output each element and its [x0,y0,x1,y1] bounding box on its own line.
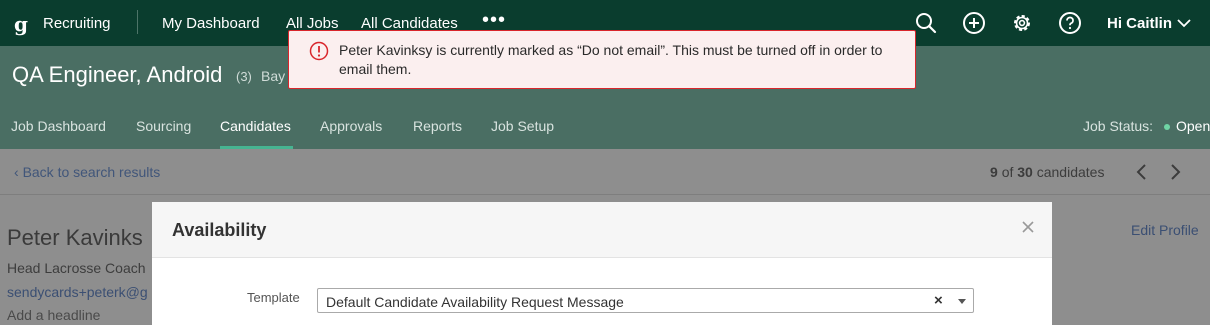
dropdown-caret-icon[interactable] [958,299,966,304]
candidate-name: Peter Kavinks [7,225,143,250]
job-title: QA Engineer, Android [12,62,223,87]
back-link-label: Back to search results [22,164,161,180]
tab-job-setup[interactable]: Job Setup [491,118,554,134]
pager-current: 9 [990,164,998,180]
tab-reports[interactable]: Reports [413,118,462,134]
modal-header: Availability [152,202,1052,258]
candidate-subbar: ‹ Back to search results 9 of 30 candida… [0,149,1210,195]
search-icon[interactable] [914,11,938,35]
app-name[interactable]: Recruiting [43,15,111,32]
help-icon[interactable] [1058,11,1082,35]
job-status-label: Job Status: [1083,118,1154,134]
candidate-email-link[interactable]: sendycards+peterk@g [7,284,148,300]
back-to-search-link[interactable]: ‹ Back to search results [14,164,160,180]
nav-divider [137,10,138,34]
more-menu-icon[interactable]: ••• [482,9,506,32]
previous-candidate-icon[interactable] [1134,163,1150,181]
chevron-down-icon[interactable] [1176,15,1192,31]
chevron-left-icon: ‹ [14,164,23,180]
tab-sourcing[interactable]: Sourcing [136,118,191,134]
candidate-role: Head Lacrosse Coach [7,260,146,276]
alert-message: Peter Kavinksy is currently marked as “D… [339,42,883,77]
candidate-pager: 9 of 30 candidates [990,164,1104,180]
nav-link-my-dashboard[interactable]: My Dashboard [162,15,260,32]
availability-modal: Availability Template Default Candidate … [152,202,1052,325]
add-headline-placeholder[interactable]: Add a headline [7,307,100,323]
modal-title: Availability [172,220,267,240]
template-select[interactable]: Default Candidate Availability Request M… [317,288,974,313]
edit-profile-link[interactable]: Edit Profile [1131,222,1199,238]
tab-candidates[interactable]: Candidates [220,118,291,134]
status-dot-icon [1164,124,1170,130]
job-count: (3) [236,69,252,84]
alert-icon [309,41,329,61]
close-icon[interactable] [1020,219,1036,235]
clear-selection-icon[interactable]: × [934,292,943,309]
tab-job-dashboard[interactable]: Job Dashboard [11,118,106,134]
pager-suffix: candidates [1036,164,1105,180]
greenhouse-logo[interactable]: g [14,12,28,36]
tab-approvals[interactable]: Approvals [320,118,382,134]
plus-circle-icon[interactable] [962,11,986,35]
template-label: Template [247,290,300,305]
job-location: Bay [261,68,286,84]
pager-of: of [1001,164,1014,180]
pager-total: 30 [1017,164,1033,180]
gear-icon[interactable] [1010,11,1034,35]
next-candidate-icon[interactable] [1167,163,1183,181]
job-status-value[interactable]: Open [1176,118,1210,134]
user-greeting[interactable]: Hi Caitlin [1107,15,1172,32]
template-select-value: Default Candidate Availability Request M… [326,294,624,310]
do-not-email-alert: Peter Kavinksy is currently marked as “D… [288,30,916,89]
